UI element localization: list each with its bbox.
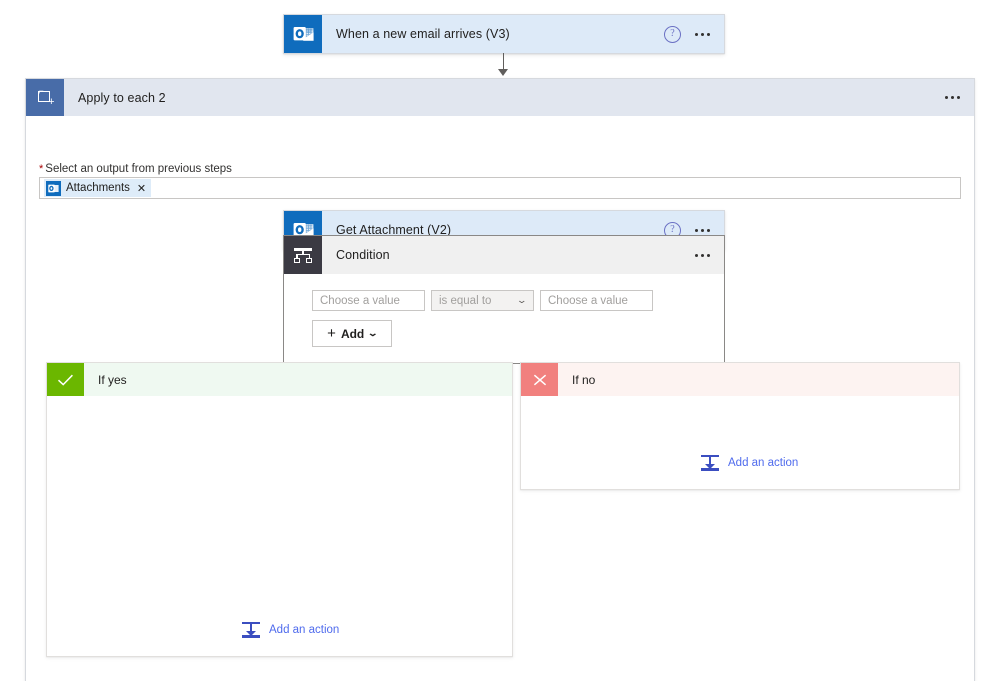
select-output-label-row: * Select an output from previous steps bbox=[39, 163, 232, 175]
loop-icon: ⌐ + bbox=[26, 78, 64, 117]
insert-action-icon bbox=[242, 622, 260, 638]
branch-if-no-title: If no bbox=[572, 372, 596, 387]
condition-body: Choose a value is equal to ⌄ Choose a va… bbox=[284, 274, 724, 363]
close-icon[interactable]: ✕ bbox=[135, 182, 146, 195]
insert-action-icon bbox=[701, 455, 719, 471]
branch-if-yes[interactable]: If yes S Create file ? bbox=[46, 362, 513, 657]
apply-to-each-title: Apply to each 2 bbox=[78, 90, 166, 105]
add-an-action-label: Add an action bbox=[728, 457, 799, 469]
condition-operator-value: is equal to bbox=[439, 294, 492, 307]
outlook-icon bbox=[46, 180, 61, 196]
condition-card[interactable]: Condition Choose a value is equal to ⌄ C… bbox=[283, 235, 725, 364]
chevron-down-icon: ⌄ bbox=[516, 295, 528, 305]
x-icon bbox=[521, 363, 558, 396]
help-icon[interactable]: ? bbox=[664, 25, 681, 43]
required-indicator: * bbox=[39, 163, 44, 175]
attachments-token-label: Attachments bbox=[66, 182, 130, 194]
condition-operator-select[interactable]: is equal to ⌄ bbox=[431, 290, 534, 311]
condition-right-value-input[interactable]: Choose a value bbox=[540, 290, 653, 311]
trigger-menu-button[interactable] bbox=[695, 29, 710, 40]
apply-to-each-header-tools bbox=[945, 92, 974, 103]
condition-header-tools bbox=[695, 250, 724, 261]
plus-icon: + bbox=[327, 325, 336, 342]
add-an-action-button-if-no[interactable]: Add an action bbox=[701, 455, 798, 471]
select-output-label: Select an output from previous steps bbox=[45, 163, 232, 175]
trigger-title: When a new email arrives (V3) bbox=[336, 27, 510, 41]
attachments-token[interactable]: Attachments ✕ bbox=[44, 179, 152, 197]
branch-if-no[interactable]: If no Add an action bbox=[520, 362, 960, 490]
condition-icon bbox=[284, 236, 322, 274]
trigger-card-when-a-new-email-arrives[interactable]: When a new email arrives (V3) ? bbox=[283, 14, 725, 54]
add-an-action-button-if-yes[interactable]: Add an action bbox=[242, 622, 339, 638]
branch-if-no-header: If no bbox=[521, 363, 959, 396]
branch-if-yes-title: If yes bbox=[98, 372, 127, 387]
check-icon bbox=[47, 363, 84, 396]
connector-arrow-scope bbox=[498, 69, 508, 76]
condition-add-label: Add bbox=[340, 326, 365, 341]
trigger-header-tools: ? bbox=[664, 25, 724, 43]
condition-left-value-input[interactable]: Choose a value bbox=[312, 290, 425, 311]
get-attachment-menu-button[interactable] bbox=[695, 225, 710, 236]
select-output-input[interactable]: Attachments ✕ bbox=[39, 177, 961, 199]
apply-to-each-menu-button[interactable] bbox=[945, 92, 960, 103]
outlook-icon bbox=[284, 15, 322, 53]
condition-header[interactable]: Condition bbox=[284, 236, 724, 274]
flow-designer-canvas: When a new email arrives (V3) ? ⌐ + Appl… bbox=[0, 0, 999, 681]
chevron-down-icon: ⌄ bbox=[367, 328, 379, 338]
apply-to-each-header[interactable]: ⌐ + Apply to each 2 bbox=[26, 78, 974, 117]
branch-if-yes-header: If yes bbox=[47, 363, 512, 396]
condition-add-button[interactable]: + Add ⌄ bbox=[312, 320, 392, 347]
add-an-action-label: Add an action bbox=[269, 624, 340, 636]
condition-title: Condition bbox=[336, 248, 390, 262]
trigger-card-header[interactable]: When a new email arrives (V3) ? bbox=[284, 15, 724, 53]
condition-row: Choose a value is equal to ⌄ Choose a va… bbox=[312, 290, 724, 311]
condition-menu-button[interactable] bbox=[695, 250, 710, 261]
